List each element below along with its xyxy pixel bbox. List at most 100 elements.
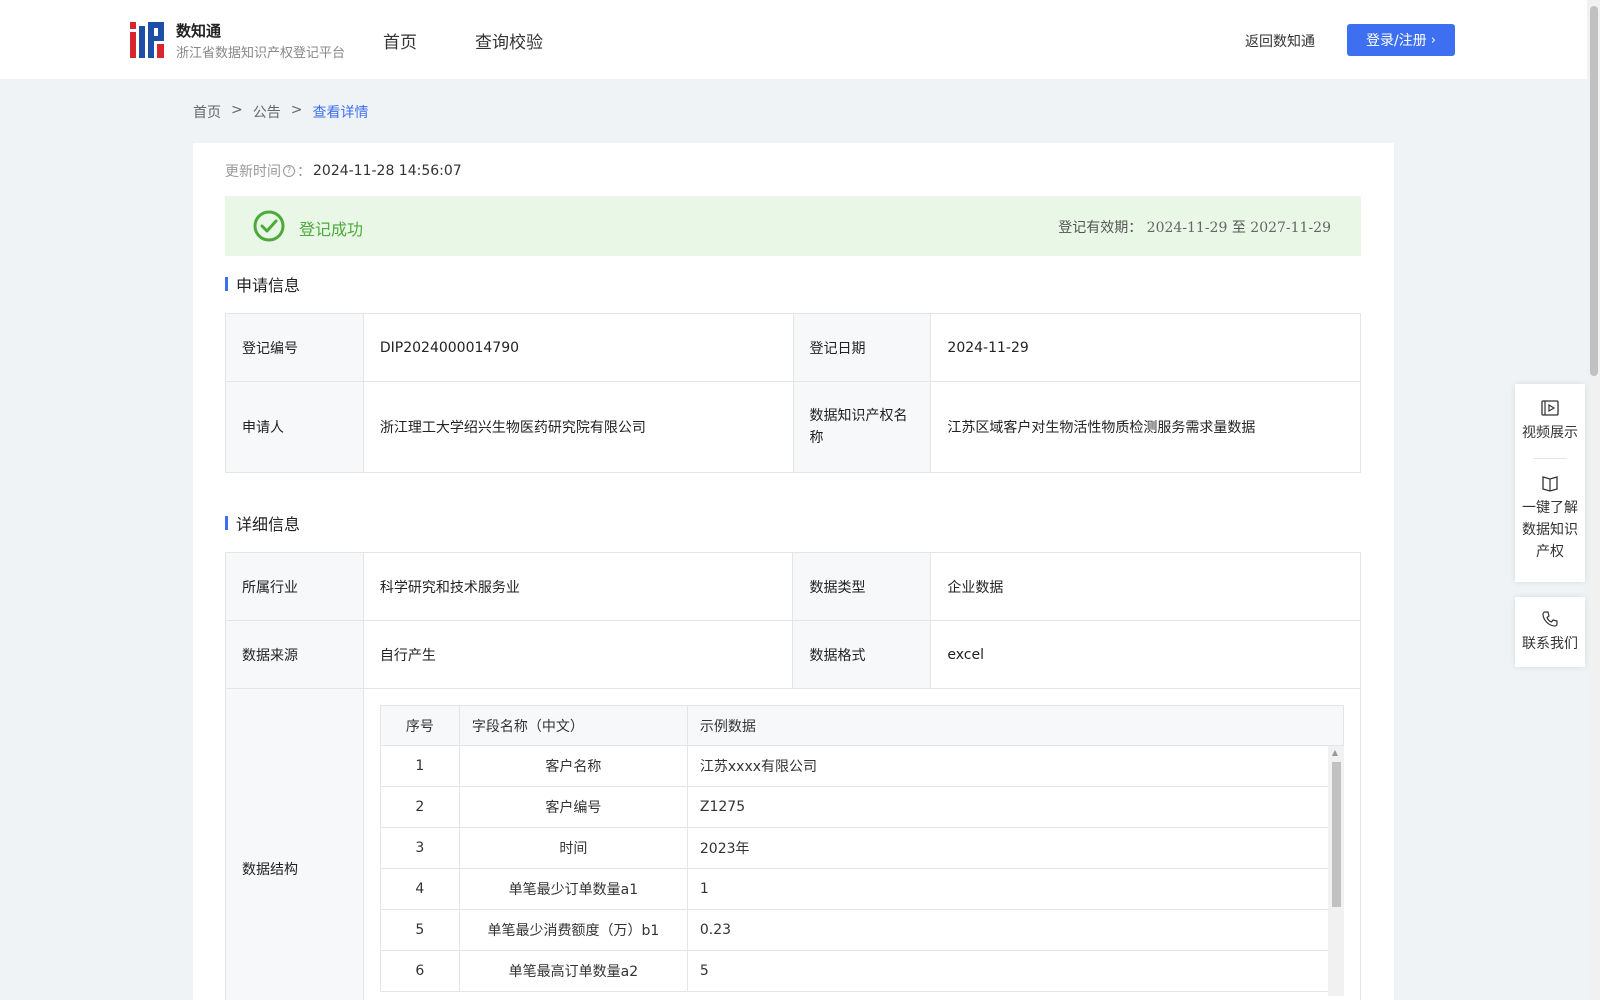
data-type-value: 企业数据: [930, 552, 1361, 621]
data-format-label: 数据格式: [792, 620, 932, 689]
reg-no-label: 登记编号: [225, 313, 364, 382]
data-source-value: 自行产生: [362, 620, 794, 689]
table-row: 2 客户编号 Z1275: [379, 786, 1344, 828]
table-row: 3 时间 2023年: [379, 827, 1344, 869]
breadcrumb-separator: >: [231, 102, 243, 118]
validity-period: 登记有效期： 2024-11-29 至 2027-11-29: [1058, 217, 1331, 237]
login-button[interactable]: 登录/注册 ›: [1347, 24, 1455, 56]
col-field-header: 字段名称（中文）: [458, 705, 688, 746]
breadcrumb-home[interactable]: 首页: [193, 102, 221, 122]
ip-name-value: 江苏区域客户对生物活性物质检测服务需求量数据: [930, 381, 1361, 473]
book-icon: [1542, 476, 1558, 492]
structure-header-row: 序号 字段名称（中文） 示例数据: [379, 705, 1344, 746]
table-row: 数据结构 序号 字段名称（中文） 示例数据 1 客户名称 江苏xxxx有限公司 …: [225, 688, 1362, 1000]
breadcrumb-separator: >: [290, 102, 303, 118]
row-no: 6: [379, 950, 460, 992]
section-application: 申请信息: [225, 272, 300, 296]
brand-subtitle: 浙江省数据知识产权登记平台: [176, 46, 346, 61]
breadcrumb: 首页 > 公告 > 查看详情: [193, 102, 368, 122]
learn-ip-button[interactable]: 一键了解数据知识产权: [1515, 459, 1585, 577]
row-no: 5: [379, 909, 460, 951]
logo-icon: [130, 22, 164, 58]
validity-label: 登记有效期：: [1058, 220, 1143, 236]
chevron-right-icon: ›: [1430, 32, 1436, 48]
row-no: 2: [379, 786, 460, 828]
section-details-title: 详细信息: [236, 515, 301, 534]
table-row: 5 单笔最少消费额度（万）b1 0.23: [379, 909, 1344, 951]
details-table: 所属行业 科学研究和技术服务业 数据类型 企业数据 数据来源 自行产生 数据格式…: [225, 552, 1362, 1000]
table-row: 数据来源 自行产生 数据格式 excel: [225, 620, 1361, 689]
row-no: 3: [379, 827, 460, 869]
page-scrollbar[interactable]: [1587, 0, 1600, 1000]
row-field: 单笔最高订单数量a2: [458, 950, 688, 992]
row-no: 4: [379, 868, 460, 910]
brand-name: 数知通: [176, 22, 222, 40]
contact-button[interactable]: 联系我们: [1515, 597, 1585, 669]
question-icon[interactable]: ?: [283, 165, 295, 177]
nav-home[interactable]: 首页: [383, 28, 417, 53]
row-field: 客户名称: [458, 745, 688, 787]
row-field: 客户编号: [458, 786, 688, 828]
table-row: 申请人 浙江理工大学绍兴生物医药研究院有限公司 数据知识产权名称 江苏区域客户对…: [225, 381, 1361, 473]
side-panel-contact: 联系我们: [1515, 597, 1585, 667]
return-link[interactable]: 返回数知通: [1245, 31, 1315, 51]
update-time-value: 2024-11-28 14:56:07: [313, 163, 462, 179]
data-source-label: 数据来源: [225, 620, 364, 689]
learn-ip-label: 一键了解数据知识产权: [1522, 500, 1578, 560]
detail-card: 更新时间 ? ： 2024-11-28 14:56:07 登记成功 登记有效期：…: [193, 143, 1394, 1000]
check-circle-icon: [253, 210, 285, 242]
applicant-value: 浙江理工大学绍兴生物医药研究院有限公司: [362, 381, 794, 473]
industry-label: 所属行业: [225, 552, 364, 621]
page-scrollbar-thumb[interactable]: [1590, 6, 1598, 376]
row-sample: 1: [686, 868, 1344, 910]
row-no: 1: [379, 745, 460, 787]
data-structure-cell: 序号 字段名称（中文） 示例数据 1 客户名称 江苏xxxx有限公司 2 客户编…: [362, 688, 1362, 1000]
contact-label: 联系我们: [1522, 636, 1578, 652]
data-structure-label: 数据结构: [225, 688, 364, 1000]
video-button[interactable]: 视频展示: [1515, 384, 1585, 458]
breadcrumb-notice[interactable]: 公告: [253, 102, 281, 122]
section-details: 详细信息: [225, 511, 300, 535]
structure-scrollbar[interactable]: ▲: [1327, 746, 1344, 996]
validity-to: 至: [1231, 220, 1246, 236]
applicant-label: 申请人: [225, 381, 364, 473]
ip-name-label: 数据知识产权名称: [792, 381, 932, 473]
nav-query[interactable]: 查询校验: [475, 28, 543, 53]
section-application-title: 申请信息: [236, 276, 301, 295]
table-row: 4 单笔最少订单数量a1 1: [379, 868, 1344, 910]
data-type-label: 数据类型: [792, 552, 932, 621]
update-time-row: 更新时间 ? ： 2024-11-28 14:56:07: [225, 161, 462, 181]
structure-scrollbar-thumb[interactable]: [1331, 762, 1341, 907]
structure-table: 序号 字段名称（中文） 示例数据 1 客户名称 江苏xxxx有限公司 2 客户编…: [379, 705, 1344, 992]
side-panel-main: 视频展示 一键了解数据知识产权: [1515, 384, 1585, 582]
reg-date-label: 登记日期: [792, 313, 932, 382]
video-icon: [1541, 400, 1559, 416]
breadcrumb-current: 查看详情: [312, 105, 369, 121]
section-marker: [225, 277, 228, 291]
col-sample-header: 示例数据: [686, 705, 1344, 746]
validity-end: 2027-11-29: [1250, 220, 1331, 236]
scroll-up-icon[interactable]: ▲: [1332, 748, 1338, 757]
row-field: 时间: [458, 827, 688, 869]
structure-table-wrap: 序号 字段名称（中文） 示例数据 1 客户名称 江苏xxxx有限公司 2 客户编…: [379, 705, 1344, 996]
table-row: 登记编号 DIP2024000014790 登记日期 2024-11-29: [225, 313, 1361, 382]
row-field: 单笔最少消费额度（万）b1: [458, 909, 688, 951]
status-banner: 登记成功 登记有效期： 2024-11-29 至 2027-11-29: [225, 196, 1361, 256]
video-label: 视频展示: [1522, 425, 1578, 441]
update-time-colon: ：: [297, 164, 311, 180]
top-header: 数知通 浙江省数据知识产权登记平台 首页 查询校验 返回数知通 登录/注册 ›: [0, 0, 1587, 79]
industry-value: 科学研究和技术服务业: [362, 552, 794, 621]
row-sample: 江苏xxxx有限公司: [686, 745, 1344, 787]
data-format-value: excel: [930, 620, 1361, 689]
status-text: 登记成功: [299, 220, 364, 239]
table-row: 1 客户名称 江苏xxxx有限公司: [379, 745, 1344, 787]
row-sample: 5: [686, 950, 1344, 992]
section-marker: [225, 516, 228, 530]
table-row: 所属行业 科学研究和技术服务业 数据类型 企业数据: [225, 552, 1361, 621]
reg-no-value: DIP2024000014790: [362, 313, 794, 382]
row-field: 单笔最少订单数量a1: [458, 868, 688, 910]
row-sample: Z1275: [686, 786, 1344, 828]
application-table: 登记编号 DIP2024000014790 登记日期 2024-11-29 申请…: [225, 313, 1361, 473]
validity-start: 2024-11-29: [1146, 220, 1228, 236]
update-time-label: 更新时间: [225, 164, 281, 180]
